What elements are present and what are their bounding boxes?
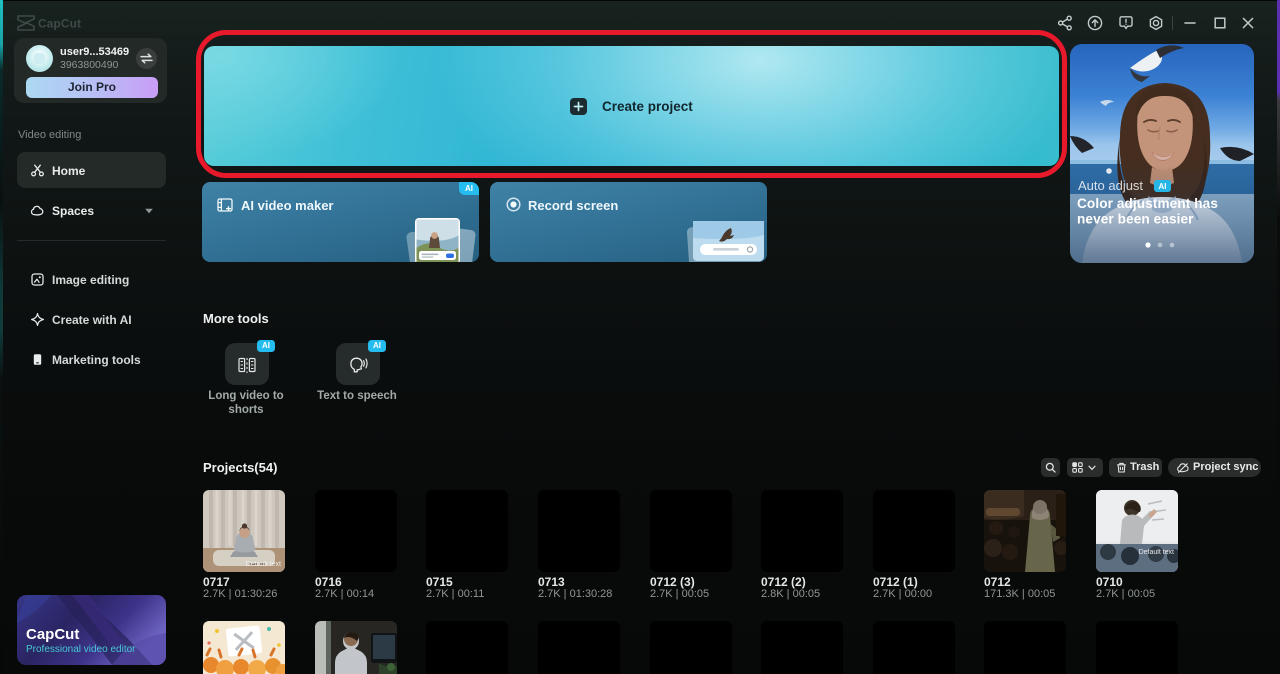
svg-text:CapCut: CapCut [38,17,81,31]
svg-text:Color adjustment has: Color adjustment has [1077,196,1218,211]
svg-text:Professional video editor: Professional video editor [26,644,136,655]
svg-text:AI: AI [1159,182,1167,191]
svg-text:CapCut: CapCut [26,626,79,643]
svg-text:Default text: Default text [1139,549,1174,556]
svg-text:Default text: Default text [246,561,281,568]
svg-text:never been easier: never been easier [1077,212,1194,227]
svg-text:Auto adjust: Auto adjust [1078,178,1143,193]
